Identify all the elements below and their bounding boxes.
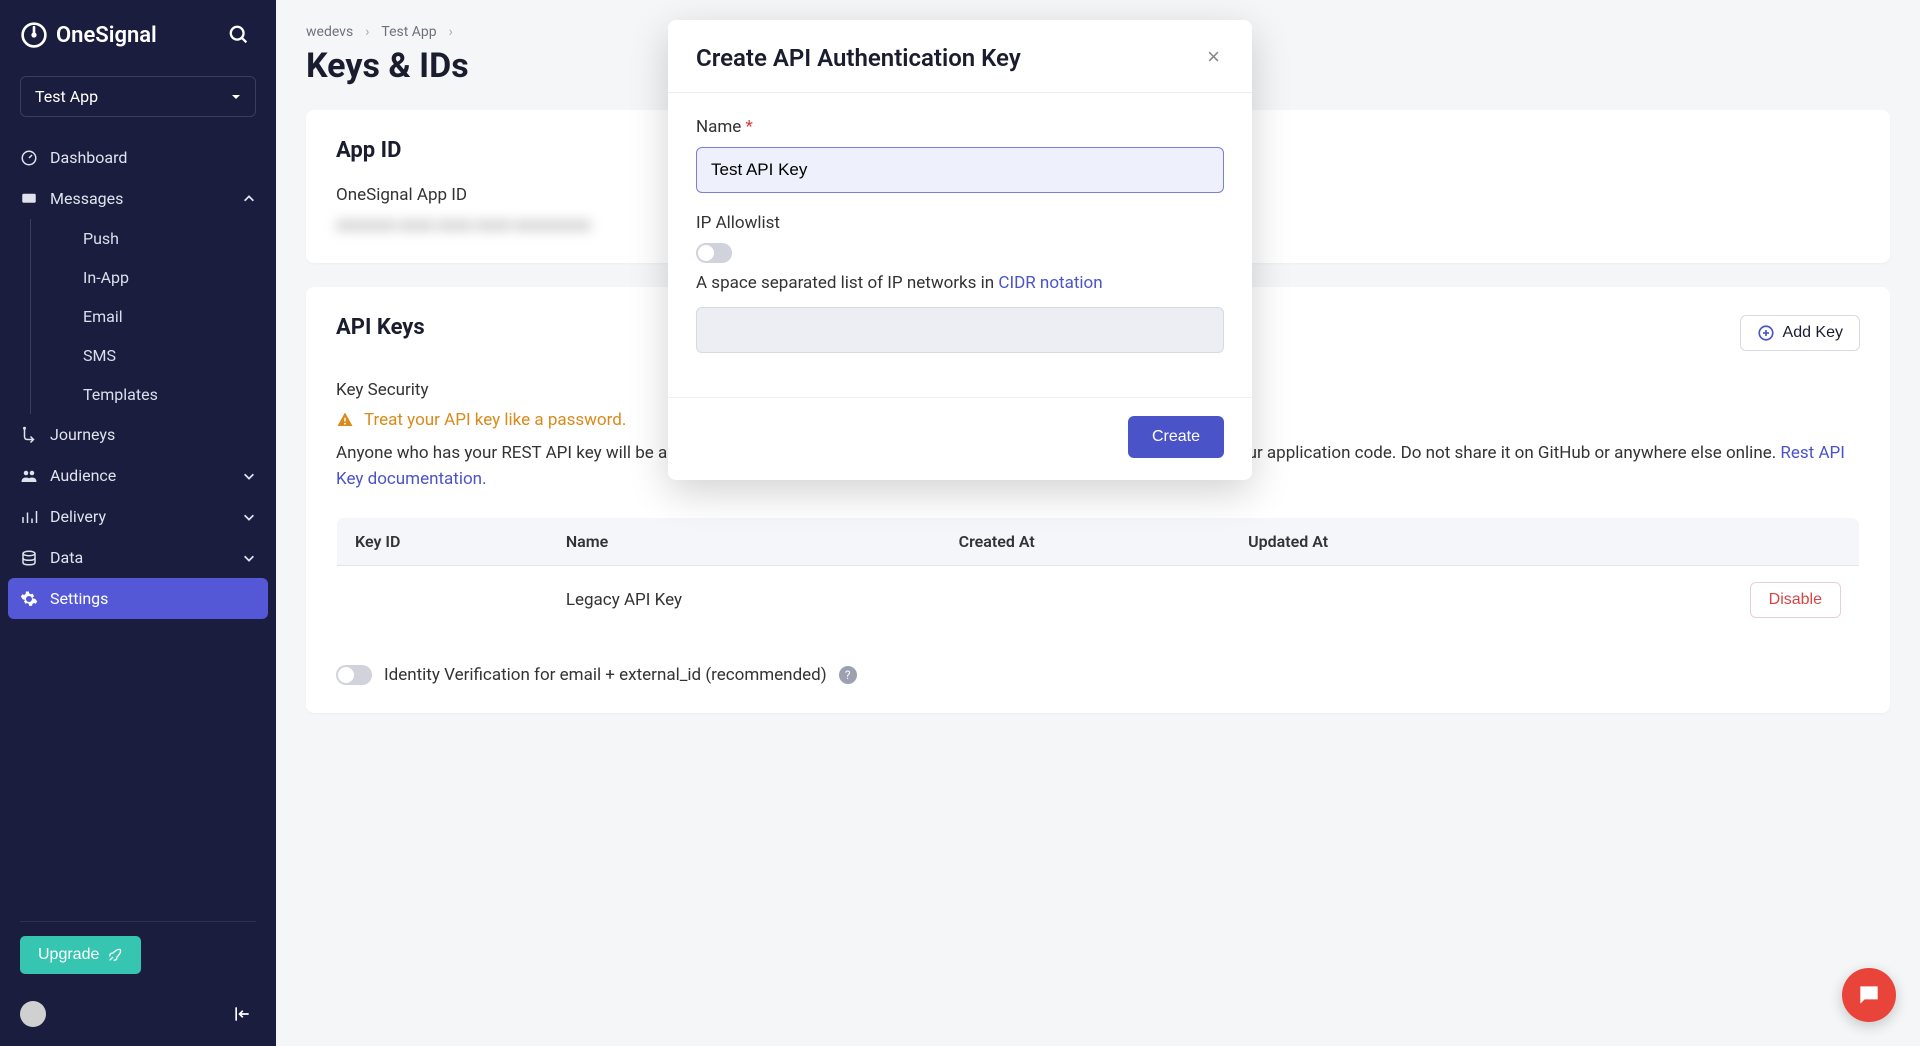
- chat-icon: [1856, 982, 1882, 1008]
- help-icon[interactable]: ?: [839, 666, 857, 684]
- ip-allowlist-label: IP Allowlist: [696, 213, 1224, 233]
- search-icon: [228, 24, 250, 46]
- caret-down-icon: [231, 92, 241, 102]
- audience-icon: [20, 467, 38, 485]
- sidebar-item-label: Settings: [50, 589, 108, 608]
- cidr-link[interactable]: CIDR notation: [998, 273, 1102, 293]
- logo-text: OneSignal: [56, 23, 157, 48]
- identity-toggle[interactable]: [336, 665, 372, 685]
- sidebar-sub-push[interactable]: Push: [71, 219, 276, 258]
- avatar[interactable]: [20, 1001, 46, 1027]
- upgrade-label: Upgrade: [38, 946, 99, 964]
- breadcrumb-app[interactable]: Test App: [381, 24, 436, 40]
- cell-key-id: [337, 565, 548, 634]
- data-icon: [20, 549, 38, 567]
- sidebar-sub-templates[interactable]: Templates: [71, 375, 276, 414]
- chevron-right-icon: ›: [365, 24, 369, 40]
- cell-created: [941, 565, 1231, 634]
- sidebar-item-label: Messages: [50, 189, 123, 208]
- sidebar-item-label: Audience: [50, 466, 116, 485]
- modal-title: Create API Authentication Key: [696, 44, 1021, 72]
- sidebar-item-label: Journeys: [50, 425, 115, 444]
- messages-icon: [20, 190, 38, 208]
- app-selector[interactable]: Test App: [20, 76, 256, 117]
- collapse-icon: [232, 1004, 252, 1024]
- ip-allowlist-input: [696, 307, 1224, 353]
- divider: [20, 921, 256, 922]
- chat-fab[interactable]: [1842, 968, 1896, 1022]
- create-api-key-modal: Create API Authentication Key × Name * I…: [668, 20, 1252, 480]
- name-input[interactable]: [696, 147, 1224, 193]
- cell-updated: [1230, 565, 1529, 634]
- cell-name: Legacy API Key: [548, 565, 941, 634]
- collapse-sidebar-button[interactable]: [228, 1000, 256, 1028]
- help-prefix: A space separated list of IP networks in: [696, 273, 998, 293]
- sidebar-item-journeys[interactable]: Journeys: [0, 414, 276, 455]
- delivery-icon: [20, 508, 38, 526]
- sidebar: OneSignal Test App Dashboard: [0, 0, 276, 1046]
- breadcrumb-org[interactable]: wedevs: [306, 24, 353, 40]
- name-label: Name *: [696, 117, 1224, 137]
- journeys-icon: [20, 426, 38, 444]
- chevron-down-icon: [242, 510, 256, 524]
- search-button[interactable]: [222, 18, 256, 52]
- sidebar-item-data[interactable]: Data: [0, 537, 276, 578]
- sidebar-item-audience[interactable]: Audience: [0, 455, 276, 496]
- sidebar-item-delivery[interactable]: Delivery: [0, 496, 276, 537]
- label-text: Name: [696, 117, 741, 137]
- chevron-up-icon: [242, 192, 256, 206]
- sidebar-item-label: Dashboard: [50, 148, 127, 167]
- gear-icon: [20, 590, 38, 608]
- sidebar-item-messages[interactable]: Messages: [0, 178, 276, 219]
- sidebar-sub-sms[interactable]: SMS: [71, 336, 276, 375]
- sidebar-item-label: Delivery: [50, 507, 106, 526]
- col-updated: Updated At: [1230, 517, 1529, 565]
- ip-allowlist-toggle[interactable]: [696, 243, 732, 263]
- add-key-button[interactable]: Add Key: [1740, 315, 1860, 351]
- warning-icon: [336, 411, 354, 429]
- dashboard-icon: [20, 149, 38, 167]
- chevron-right-icon: ›: [449, 24, 453, 40]
- ip-help-text: A space separated list of IP networks in…: [696, 273, 1224, 293]
- rocket-icon: [107, 947, 123, 963]
- disable-key-button[interactable]: Disable: [1750, 582, 1841, 618]
- sidebar-item-dashboard[interactable]: Dashboard: [0, 137, 276, 178]
- plus-circle-icon: [1757, 324, 1775, 342]
- modal-close-button[interactable]: ×: [1203, 44, 1224, 70]
- identity-verification-row: Identity Verification for email + extern…: [336, 665, 1860, 685]
- logo[interactable]: OneSignal: [20, 21, 157, 49]
- required-star: *: [746, 117, 753, 137]
- add-key-label: Add Key: [1783, 324, 1843, 342]
- sidebar-item-settings[interactable]: Settings: [8, 578, 268, 619]
- sidebar-sub-email[interactable]: Email: [71, 297, 276, 336]
- chevron-down-icon: [242, 551, 256, 565]
- card-title: API Keys: [336, 315, 425, 340]
- create-button[interactable]: Create: [1128, 416, 1224, 458]
- close-icon: ×: [1207, 44, 1220, 69]
- upgrade-button[interactable]: Upgrade: [20, 936, 141, 974]
- col-name: Name: [548, 517, 941, 565]
- sidebar-item-label: Data: [50, 548, 83, 567]
- table-row: Legacy API Key Disable: [337, 565, 1860, 634]
- col-created: Created At: [941, 517, 1231, 565]
- onesignal-logo-icon: [20, 21, 48, 49]
- warning-text: Treat your API key like a password.: [364, 410, 626, 430]
- api-keys-table: Key ID Name Created At Updated At Legacy…: [336, 517, 1860, 635]
- identity-toggle-label: Identity Verification for email + extern…: [384, 665, 827, 685]
- sidebar-sub-inapp[interactable]: In-App: [71, 258, 276, 297]
- col-key-id: Key ID: [337, 517, 548, 565]
- app-selector-label: Test App: [35, 87, 98, 106]
- chevron-down-icon: [242, 469, 256, 483]
